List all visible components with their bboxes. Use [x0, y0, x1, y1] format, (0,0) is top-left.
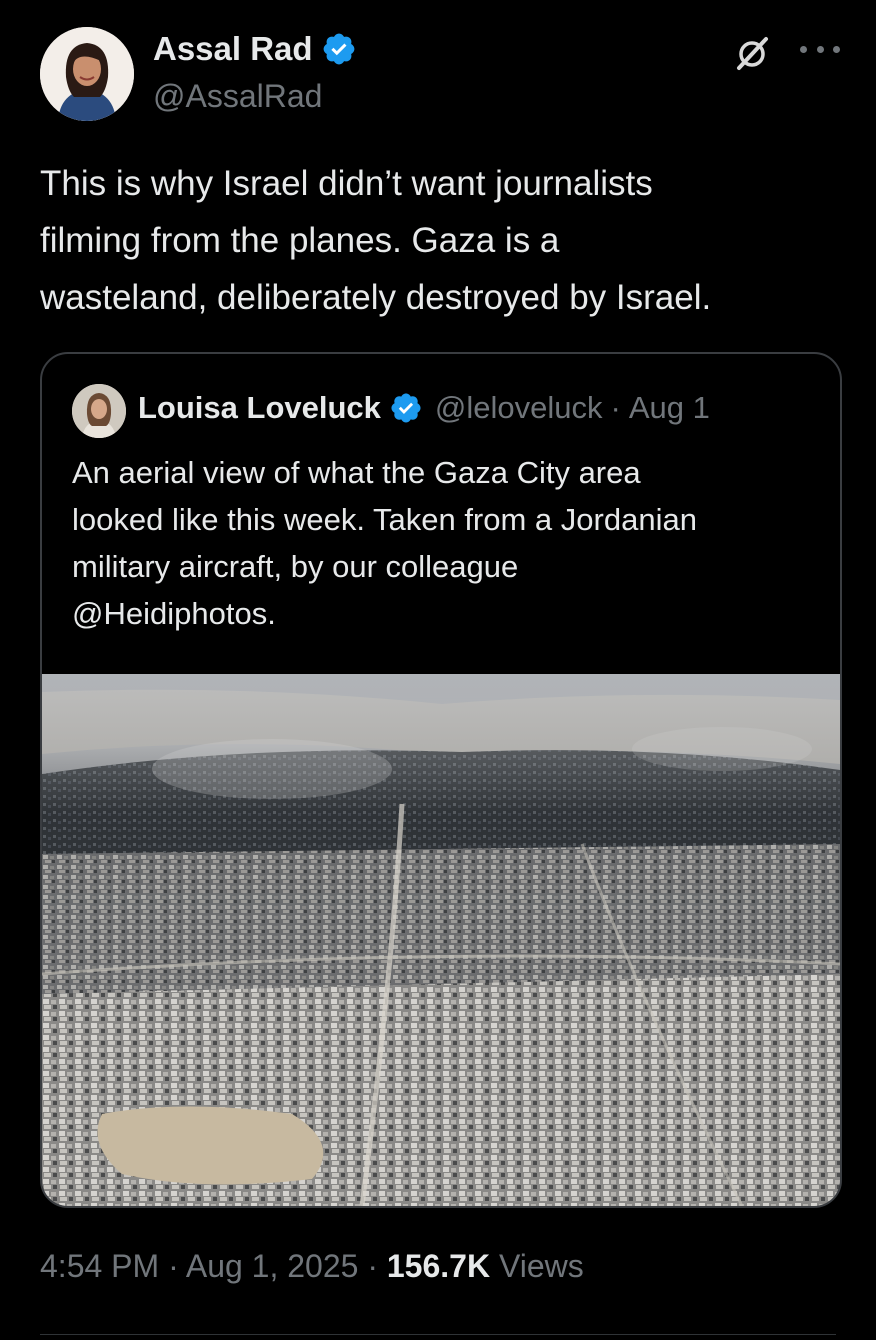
author-handle[interactable]: @AssalRad	[153, 78, 322, 115]
verified-badge-icon	[323, 33, 354, 65]
tweet-meta: 4:54 PM · Aug 1, 2025 · 156.7K Views	[40, 1248, 584, 1285]
tweet-date[interactable]: Aug 1, 2025	[186, 1248, 359, 1284]
meta-separator: ·	[358, 1248, 387, 1284]
quoted-tweet-card[interactable]: Louisa Loveluck @leloveluck · Aug 1 An a…	[40, 352, 842, 1208]
more-options-icon[interactable]	[800, 34, 840, 64]
quoted-author-avatar[interactable]	[72, 384, 126, 438]
grok-icon[interactable]	[733, 33, 773, 73]
quoted-date[interactable]: Aug 1	[629, 390, 710, 426]
views-count[interactable]: 156.7K	[387, 1248, 490, 1284]
views-label: Views	[490, 1248, 584, 1284]
aerial-city-photo[interactable]	[42, 674, 840, 1206]
quoted-text: An aerial view of what the Gaza City are…	[72, 455, 697, 631]
author-name[interactable]: Assal Rad	[153, 30, 313, 68]
tweet-text: This is why Israel didn’t want journalis…	[40, 164, 712, 317]
tweet-time[interactable]: 4:54 PM	[40, 1248, 159, 1284]
quoted-author-handle[interactable]: @leloveluck	[435, 390, 603, 426]
author-name-row[interactable]: Assal Rad	[153, 30, 357, 68]
quoted-author-name[interactable]: Louisa Loveluck	[138, 390, 381, 426]
verified-badge-icon	[391, 393, 421, 423]
quoted-header: Louisa Loveluck @leloveluck · Aug 1	[138, 390, 710, 426]
author-avatar[interactable]	[40, 27, 134, 121]
meta-separator: ·	[159, 1248, 186, 1284]
quoted-separator: ·	[610, 390, 621, 425]
divider	[40, 1334, 836, 1335]
